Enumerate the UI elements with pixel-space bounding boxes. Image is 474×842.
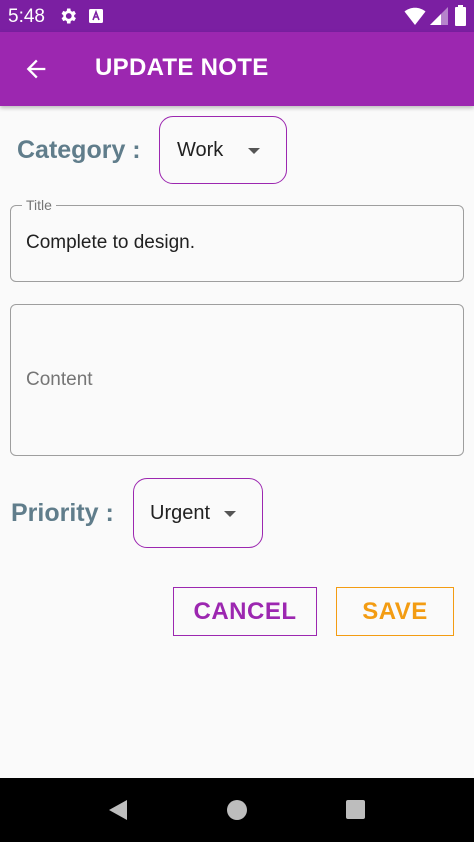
app-bar: UPDATE NOTE: [0, 32, 474, 106]
category-selected-value: Work: [177, 139, 224, 161]
content-field[interactable]: Content: [10, 304, 464, 456]
update-note-screen: 5:48 UPDATE NOTE Category : Work Title C…: [0, 0, 474, 842]
cell-signal-icon: [430, 7, 448, 25]
priority-selected-value: Urgent: [150, 502, 211, 524]
title-input-value[interactable]: Complete to design.: [26, 232, 195, 254]
battery-icon: [455, 5, 466, 26]
cancel-button[interactable]: CANCEL: [173, 587, 317, 636]
gear-icon: [61, 8, 76, 24]
category-dropdown[interactable]: Work: [159, 116, 287, 184]
category-label: Category :: [17, 136, 141, 164]
a-badge-icon: [89, 9, 103, 23]
dropdown-caret-icon: [248, 148, 260, 154]
system-nav-bar: [0, 778, 474, 842]
title-floating-label: Title: [22, 197, 56, 213]
wifi-icon: [404, 7, 426, 25]
nav-back-icon[interactable]: [108, 799, 128, 821]
save-button[interactable]: SAVE: [336, 587, 454, 636]
nav-recents-icon[interactable]: [346, 800, 365, 819]
status-time: 5:48: [8, 6, 45, 27]
content-placeholder: Content: [26, 369, 93, 390]
priority-label: Priority :: [11, 499, 114, 527]
status-bar: 5:48: [0, 0, 474, 32]
title-field[interactable]: Title Complete to design.: [10, 197, 464, 282]
page-title: UPDATE NOTE: [95, 54, 269, 81]
priority-dropdown[interactable]: Urgent: [133, 478, 263, 548]
dropdown-caret-icon: [224, 511, 236, 517]
back-arrow-icon[interactable]: [22, 55, 50, 83]
nav-home-icon[interactable]: [227, 800, 247, 820]
